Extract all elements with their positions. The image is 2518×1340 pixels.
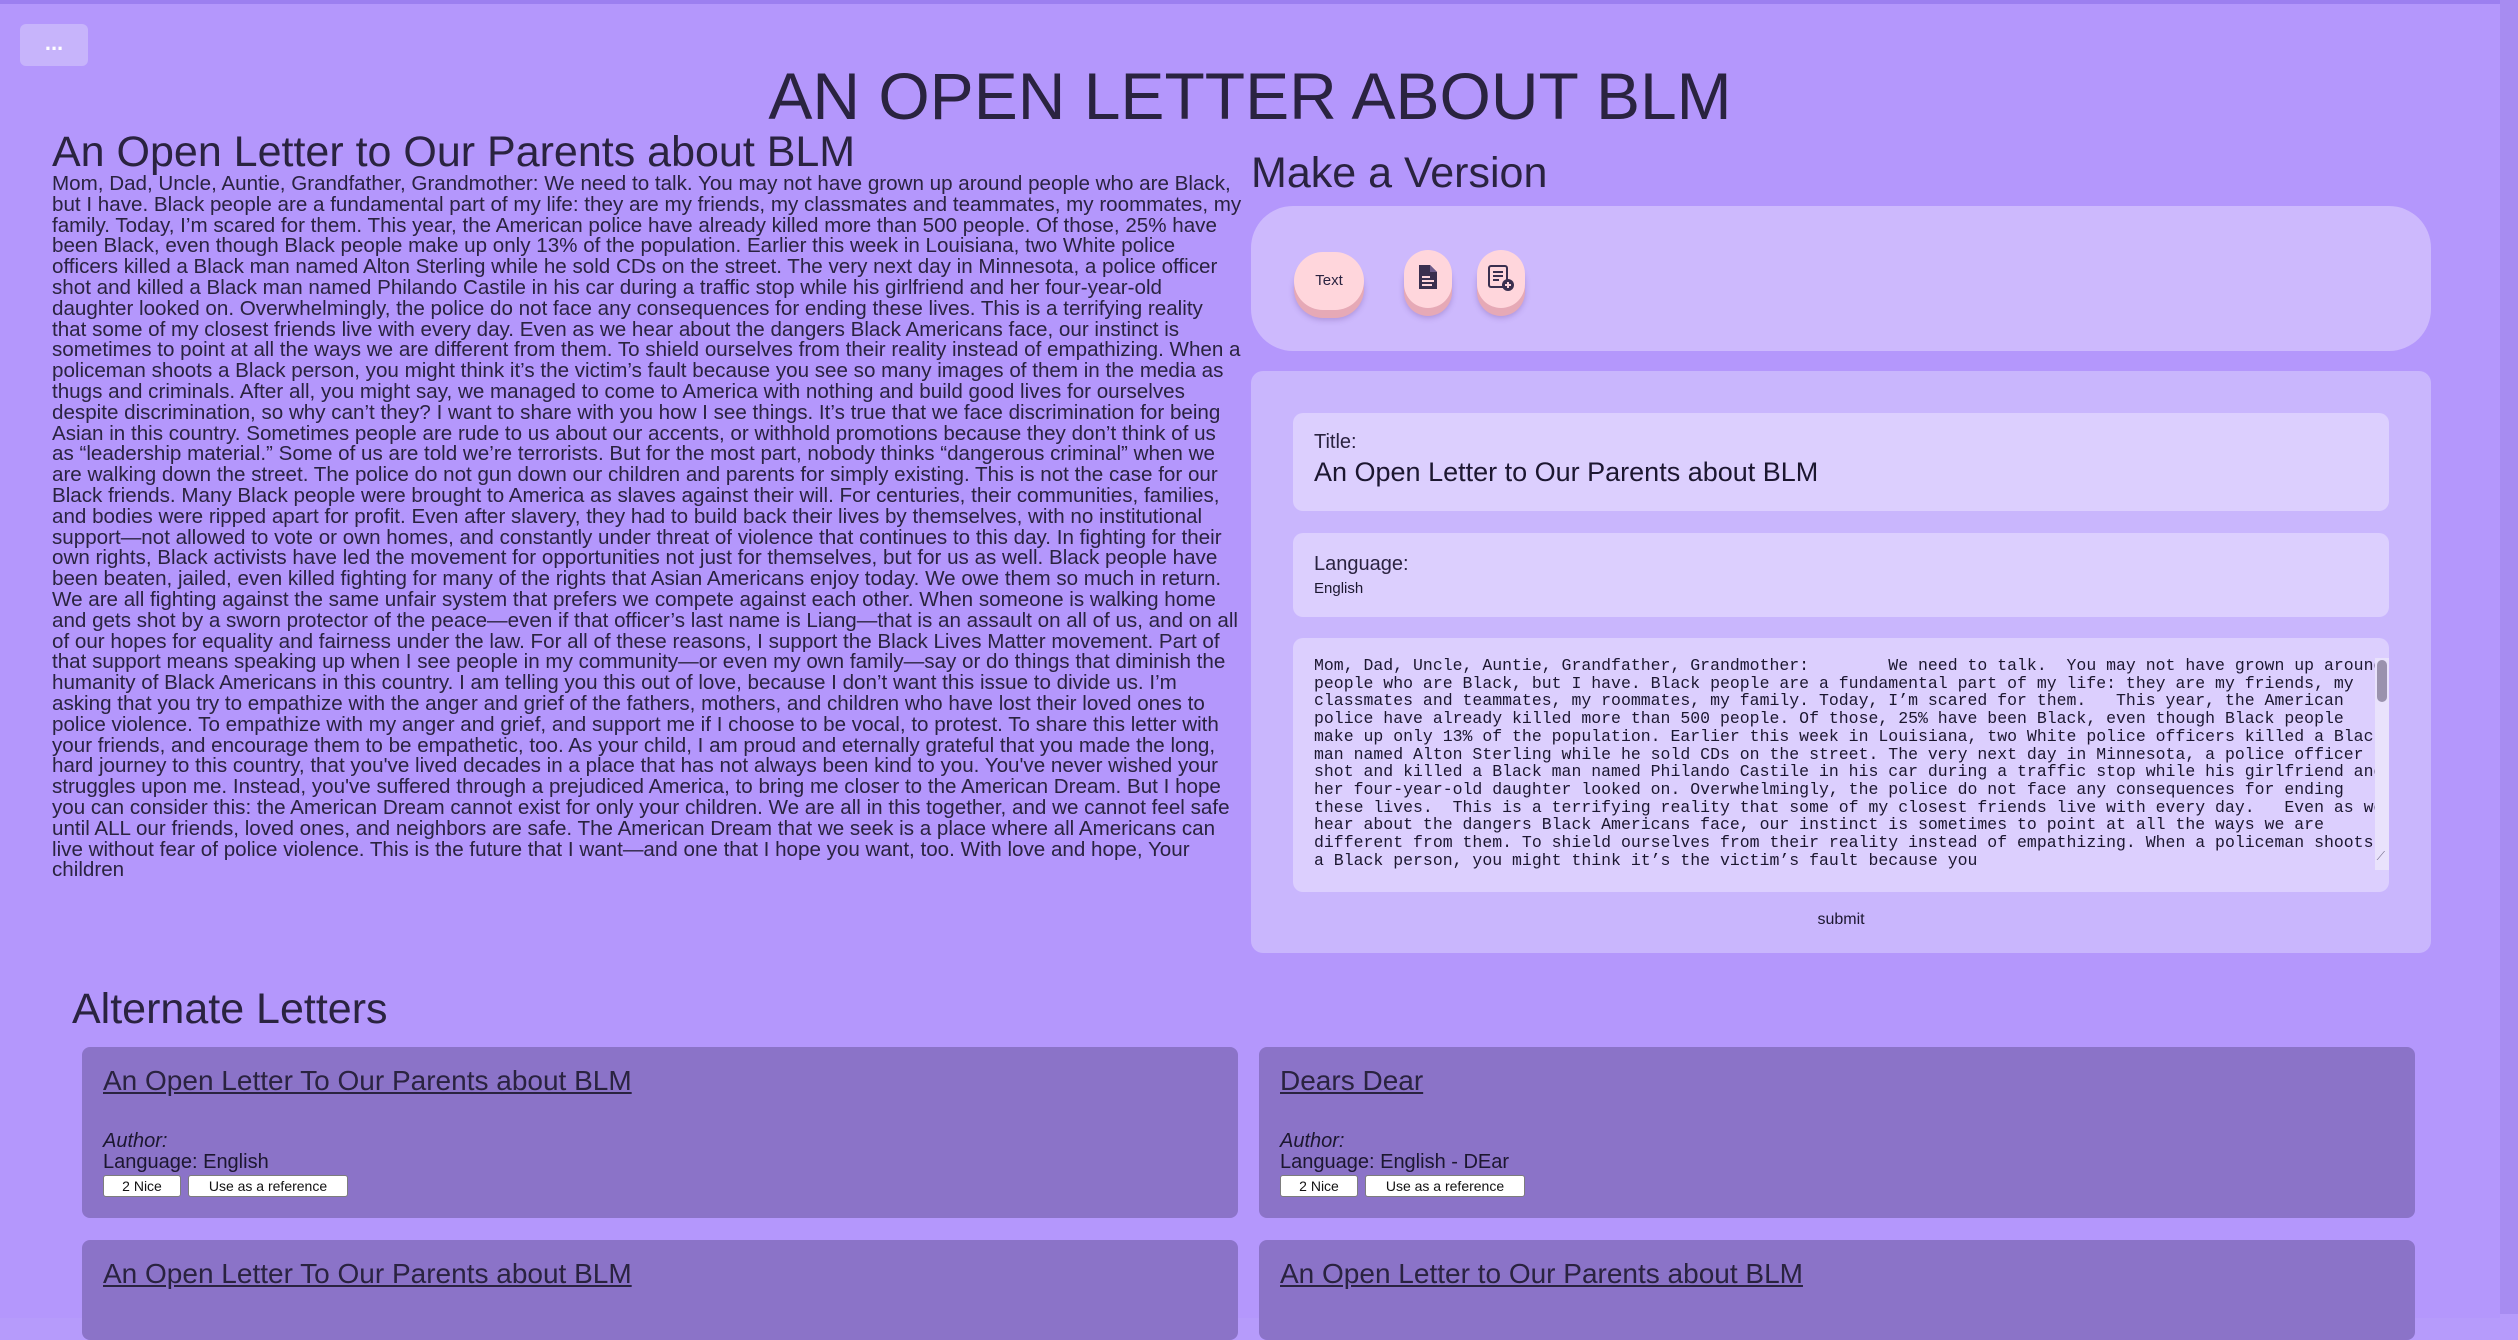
letter-textarea[interactable]: Mom, Dad, Uncle, Auntie, Grandfather, Gr… [1293, 638, 2389, 892]
text-mode-button[interactable]: Text [1294, 252, 1364, 310]
alternate-letter-link[interactable]: Dears Dear [1280, 1065, 1423, 1097]
author-label: Author: [1280, 1130, 1345, 1152]
make-version-heading: Make a Version [1251, 149, 1548, 197]
title-label: Title: [1314, 431, 1357, 453]
use-as-reference-button[interactable]: Use as a reference [1365, 1175, 1525, 1197]
document-icon [1419, 265, 1437, 289]
alternate-letter-card: An Open Letter To Our Parents about BLM … [82, 1047, 1238, 1218]
alternate-letter-card: An Open Letter to Our Parents about BLM [1259, 1240, 2415, 1340]
title-input[interactable]: An Open Letter to Our Parents about BLM [1314, 457, 1818, 488]
alternate-letters-heading: Alternate Letters [72, 985, 388, 1033]
nice-button[interactable]: 2 Nice [103, 1175, 181, 1197]
alternate-letter-card: An Open Letter To Our Parents about BLM [82, 1240, 1238, 1340]
alternate-letter-card: Dears Dear Author: Language: English - D… [1259, 1047, 2415, 1218]
add-from-list-button[interactable] [1477, 250, 1525, 308]
document-button[interactable] [1404, 250, 1452, 308]
author-label: Author: [103, 1130, 168, 1152]
letter-textarea-content[interactable]: Mom, Dad, Uncle, Auntie, Grandfather, Gr… [1314, 657, 2386, 869]
use-as-reference-button[interactable]: Use as a reference [188, 1175, 348, 1197]
textarea-scroll-thumb[interactable] [2377, 660, 2387, 702]
alternate-letter-link[interactable]: An Open Letter to Our Parents about BLM [1280, 1258, 1803, 1290]
language-select[interactable]: English [1314, 580, 1363, 597]
title-field[interactable]: Title: An Open Letter to Our Parents abo… [1293, 413, 2389, 511]
nice-button[interactable]: 2 Nice [1280, 1175, 1358, 1197]
language-text: Language: English - DEar [1280, 1151, 1510, 1173]
page-title: AN OPEN LETTER ABOUT BLM [768, 59, 1732, 133]
letter-body: Mom, Dad, Uncle, Auntie, Grandfather, Gr… [52, 172, 1242, 882]
language-label: Language: [1314, 553, 1409, 575]
alternate-letter-link[interactable]: An Open Letter To Our Parents about BLM [103, 1258, 632, 1290]
submit-button[interactable]: submit [1251, 911, 2431, 929]
resize-handle-icon[interactable]: ⟋ [2377, 849, 2385, 864]
page-scrollbar[interactable] [2500, 0, 2518, 1314]
language-field[interactable]: Language: English [1293, 533, 2389, 617]
language-text: Language: English [103, 1151, 269, 1173]
list-add-icon [1488, 265, 1514, 291]
version-toolbar: Text [1251, 206, 2431, 351]
letter-title: An Open Letter to Our Parents about BLM [52, 128, 856, 176]
alternate-letter-link[interactable]: An Open Letter To Our Parents about BLM [103, 1065, 632, 1097]
version-form: Title: An Open Letter to Our Parents abo… [1251, 371, 2431, 953]
